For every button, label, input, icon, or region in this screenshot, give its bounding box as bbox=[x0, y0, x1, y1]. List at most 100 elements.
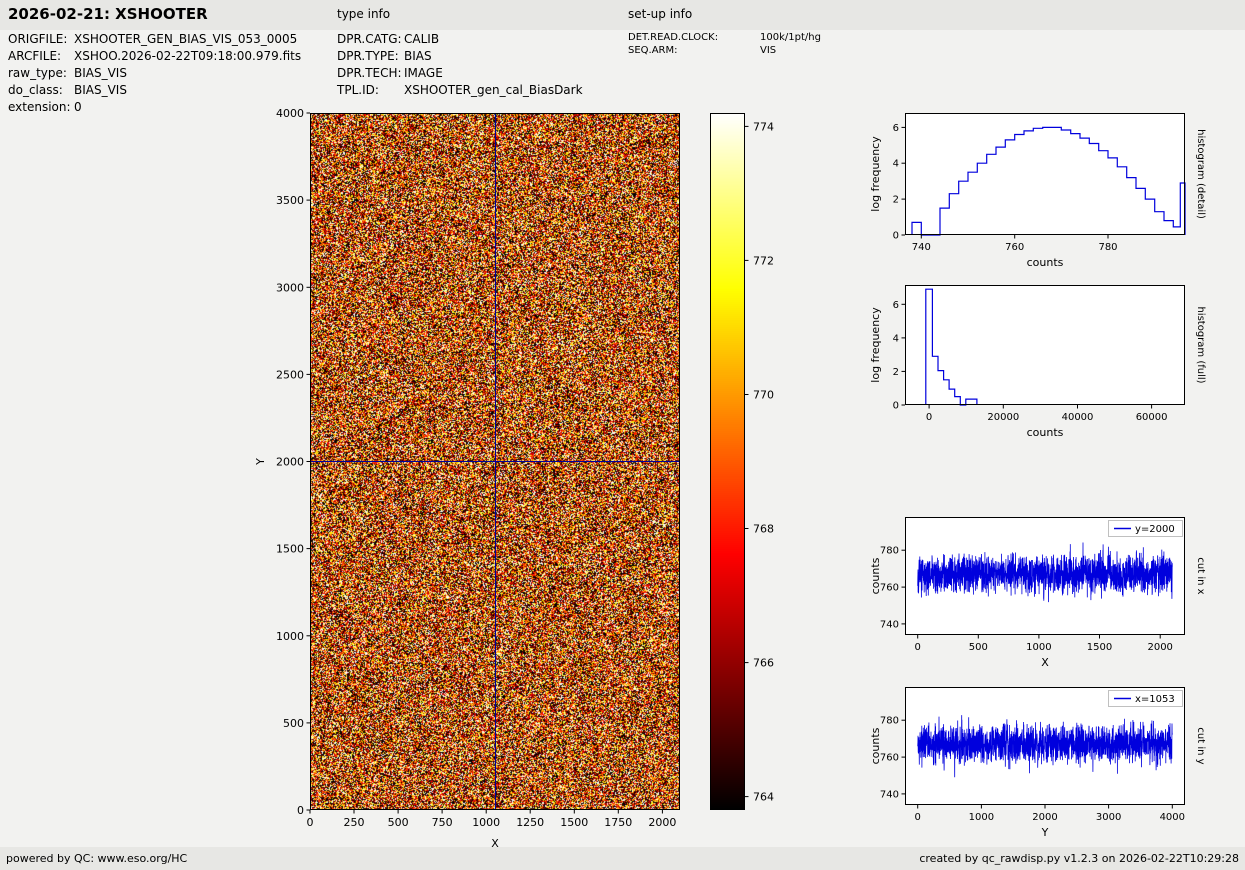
plot-background bbox=[905, 285, 1185, 405]
tick-label: 60000 bbox=[1136, 412, 1168, 423]
info-value: IMAGE bbox=[404, 66, 443, 80]
tick-label: 2000 bbox=[276, 456, 304, 469]
info-value: BIAS bbox=[404, 49, 432, 63]
info-label: DPR.CATG: bbox=[337, 32, 402, 46]
tick-label: 1000 bbox=[472, 816, 500, 829]
tick-label: 740 bbox=[880, 619, 899, 630]
plot-frame bbox=[905, 113, 1185, 235]
tick-label: 0 bbox=[915, 812, 921, 823]
info-value: XSHOO.2026-02-22T09:18:00.979.fits bbox=[74, 49, 302, 63]
legend-box bbox=[1108, 690, 1183, 707]
y-axis-label: log frequency bbox=[869, 307, 882, 383]
info-label: DPR.TYPE: bbox=[337, 49, 399, 63]
y-axis-label: counts bbox=[869, 557, 882, 594]
tick-label: 740 bbox=[912, 242, 931, 253]
tick-label: 2500 bbox=[276, 368, 304, 381]
tick-label: 780 bbox=[1098, 242, 1117, 253]
info-label: TPL.ID: bbox=[337, 83, 379, 97]
hist-detail-plot: 740 760 780 0 2 4 6 counts log frequency histogra… bbox=[869, 113, 1206, 269]
cut-noise-line bbox=[917, 542, 1173, 603]
tick-label: 2000 bbox=[648, 816, 676, 829]
info-row: do_class: BIAS_VIS bbox=[8, 82, 301, 99]
tick-label: 1250 bbox=[516, 816, 544, 829]
info-row: DPR.CATG: CALIB bbox=[337, 31, 583, 48]
tick-label: 1500 bbox=[560, 816, 588, 829]
tick-label: 1000 bbox=[969, 812, 994, 823]
info-label: DET.READ.CLOCK: bbox=[628, 32, 719, 43]
type-info-heading: type info bbox=[337, 7, 391, 21]
info-value: CALIB bbox=[404, 32, 440, 46]
footer-left-text: powered by QC: www.eso.org/HC bbox=[6, 852, 188, 865]
x-axis-label: counts bbox=[1027, 426, 1064, 439]
tick-label: 500 bbox=[283, 717, 304, 730]
tick-label: 750 bbox=[432, 816, 453, 829]
tick-label: 760 bbox=[880, 753, 899, 764]
tick-label: 2000 bbox=[1032, 812, 1057, 823]
tick-label: 2000 bbox=[1147, 642, 1172, 653]
info-row: raw_type: BIAS_VIS bbox=[8, 65, 301, 82]
tick-label: 4000 bbox=[1160, 812, 1185, 823]
plot-background bbox=[905, 687, 1185, 805]
plot-frame bbox=[905, 687, 1185, 805]
tick-label: 4 bbox=[893, 333, 899, 344]
tick-label: 3000 bbox=[276, 281, 304, 294]
page-title: 2026-02-21: XSHOOTER bbox=[8, 5, 208, 23]
right-side-label: cut in x bbox=[1195, 557, 1206, 594]
tick-label: 500 bbox=[388, 816, 409, 829]
tick-label: 780 bbox=[880, 716, 899, 727]
x-axis-label: X bbox=[1041, 656, 1049, 669]
colorbar-tick-label: 766 bbox=[753, 657, 774, 670]
info-label: do_class: bbox=[8, 83, 63, 97]
info-row: DPR.TYPE: BIAS bbox=[337, 48, 583, 65]
tick-label: 3500 bbox=[276, 194, 304, 207]
y-axis-label: log frequency bbox=[869, 136, 882, 212]
info-label: SEQ.ARM: bbox=[628, 45, 678, 56]
file-info-block: ORIGFILE: XSHOOTER_GEN_BIAS_VIS_053_0005 A… bbox=[8, 31, 301, 116]
plot-frame bbox=[905, 285, 1185, 405]
info-value: BIAS_VIS bbox=[74, 83, 127, 97]
y-axis-label: counts bbox=[869, 727, 882, 764]
info-label: ORIGFILE: bbox=[8, 32, 68, 46]
legend: x=1053 bbox=[1108, 690, 1183, 707]
type-info-block: DPR.CATG: CALIB DPR.TYPE: BIAS DPR.TECH: IMAG… bbox=[337, 31, 583, 99]
plot-frame bbox=[905, 517, 1185, 635]
colorbar-tick-label: 770 bbox=[753, 389, 774, 402]
tick-label: 2 bbox=[893, 195, 899, 206]
info-row: TPL.ID: XSHOOTER_gen_cal_BiasDark bbox=[337, 82, 583, 99]
tick-label: 0 bbox=[307, 816, 314, 829]
tick-label: 6 bbox=[893, 123, 899, 134]
tick-label: 1000 bbox=[1026, 642, 1051, 653]
colorbar-canvas bbox=[710, 113, 745, 810]
tick-label: 6 bbox=[893, 300, 899, 311]
info-label: raw_type: bbox=[8, 66, 67, 80]
histogram-step-line bbox=[925, 288, 978, 406]
tick-label: 740 bbox=[880, 789, 899, 800]
info-row: ORIGFILE: XSHOOTER_GEN_BIAS_VIS_053_0005 bbox=[8, 31, 301, 48]
info-row: DPR.TECH: IMAGE bbox=[337, 65, 583, 82]
info-value: XSHOOTER_gen_cal_BiasDark bbox=[404, 83, 583, 97]
colorbar-tick-label: 772 bbox=[753, 254, 774, 267]
tick-label: 0 bbox=[893, 401, 899, 412]
tick-label: 780 bbox=[880, 546, 899, 557]
legend-label: y=2000 bbox=[1135, 524, 1175, 535]
tick-label: 1750 bbox=[604, 816, 632, 829]
qc-report-page: 2026-02-21: XSHOOTER type info set-up in… bbox=[0, 0, 1245, 870]
tick-label: 760 bbox=[1005, 242, 1024, 253]
setup-info-block: DET.READ.CLOCK: 100k/1pt/hg SEQ.ARM: VIS bbox=[628, 31, 821, 57]
info-row: extension: 0 bbox=[8, 99, 301, 116]
info-value: XSHOOTER_GEN_BIAS_VIS_053_0005 bbox=[74, 32, 298, 46]
tick-label: 2 bbox=[893, 367, 899, 378]
legend: y=2000 bbox=[1108, 520, 1183, 537]
legend-label: x=1053 bbox=[1135, 694, 1175, 705]
setup-info-heading: set-up info bbox=[628, 7, 693, 21]
info-row: ARCFILE: XSHOO.2026-02-22T09:18:00.979.fi… bbox=[8, 48, 301, 65]
footer-bar: powered by QC: www.eso.org/HC created by… bbox=[0, 847, 1245, 870]
tick-label: 3000 bbox=[1096, 812, 1121, 823]
info-row: DET.READ.CLOCK: 100k/1pt/hg bbox=[628, 31, 821, 44]
y-axis-label: Y bbox=[254, 458, 267, 466]
right-side-label: histogram (detail) bbox=[1195, 129, 1206, 219]
tick-label: 1500 bbox=[1087, 642, 1112, 653]
info-value: 100k/1pt/hg bbox=[760, 32, 821, 43]
tick-label: 0 bbox=[297, 804, 304, 817]
info-value: 0 bbox=[74, 100, 82, 114]
